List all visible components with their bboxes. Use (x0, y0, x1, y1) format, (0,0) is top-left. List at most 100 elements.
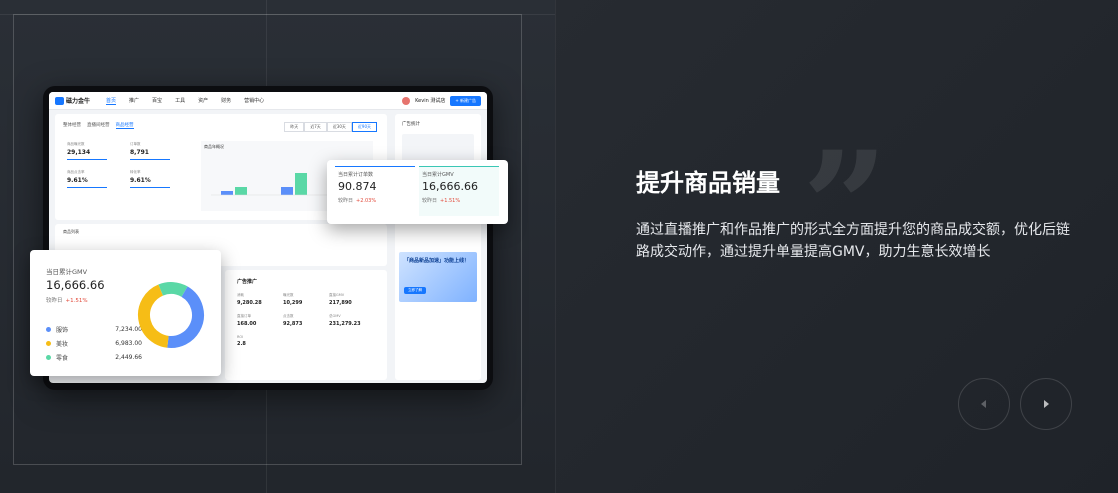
ad-panel: 广告推广 消耗 9,280.28 曝光数 10,299 直接GMV 217,890 直… (225, 270, 387, 380)
new-ad-button[interactable]: + 新建广告 (450, 95, 481, 106)
banner-text: 「商品新品加速」功能上线！ (404, 258, 470, 264)
kpi-label: 商品曝光数 (67, 142, 85, 146)
orders-count-compare: 较昨日 +2.03% (338, 197, 412, 204)
arrow-right-icon (1044, 400, 1049, 408)
user-name[interactable]: Kevin 测试店 (415, 97, 445, 104)
kpi-bar (130, 159, 170, 160)
orders-card: 当日累计订单数 90.874 较昨日 +2.03% 当日累计GMV 16,666.… (327, 160, 508, 224)
side-panel: 广告统计 「商品新品加速」功能上线！ 立即了解 (395, 114, 481, 380)
ad-title: 广告推广 (237, 279, 258, 285)
gmv-legend: 服饰 7,234.00 美妆 6,983.00 零食 2,449.66 (46, 322, 142, 364)
range-90d[interactable]: 近90天 (351, 122, 377, 132)
ad-label: 总GMV (329, 314, 341, 318)
nav-item-assets[interactable]: 资产 (198, 97, 208, 105)
legend-item: 美妆 6,983.00 (46, 336, 142, 350)
ad-value: 168.00 (237, 321, 257, 327)
nav-item-promote[interactable]: 推广 (129, 97, 139, 105)
kpi-item: 商品点击率 9.61% (67, 170, 130, 188)
compare-label: 较昨日 (46, 298, 63, 304)
gmv-donut-chart (138, 282, 204, 348)
legend-value: 2,449.66 (115, 353, 142, 361)
nav-item-marketing[interactable]: 营销中心 (244, 97, 264, 105)
ad-value: 2.8 (237, 341, 246, 347)
side-title-text: 广告统计 (402, 122, 420, 127)
side-title: 广告统计 (395, 114, 481, 134)
ad-value: 217,890 (329, 300, 352, 306)
range-30d[interactable]: 近30天 (326, 122, 352, 132)
ad-grid: 消耗 9,280.28 曝光数 10,299 直接GMV 217,890 直接订单 16… (225, 293, 387, 347)
orders-gmv-label: 当日累计GMV (422, 172, 454, 178)
legend-name: 零食 (56, 354, 69, 362)
ad-label: 曝光数 (283, 293, 294, 297)
gmv-label: 当日累计GMV (46, 268, 88, 276)
kpi-grid: 商品曝光数 29,134 订单数 8,791 商品点击率 9.61% 转化率 9.61% (67, 142, 193, 188)
gmv-value: 16,666.66 (46, 278, 105, 292)
orders-gmv-value: 16,666.66 (422, 180, 478, 193)
tab-live[interactable]: 直播间经营 (87, 122, 110, 129)
grid-line (555, 0, 556, 493)
nav-item-tools[interactable]: 工具 (175, 97, 185, 105)
kpi-item: 订单数 8,791 (130, 142, 193, 160)
compare-label: 较昨日 (338, 198, 354, 204)
gmv-card: 当日累计GMV 16,666.66 较昨日 +1.51% 服饰 7,234.00 美… (30, 250, 221, 376)
orders-gmv: 当日累计GMV 16,666.66 较昨日 +1.51% (419, 166, 499, 216)
kpi-label: 订单数 (130, 142, 141, 146)
kpi-bar (67, 187, 107, 188)
nav-item-finance[interactable]: 财务 (221, 97, 231, 105)
promo-banner[interactable]: 「商品新品加速」功能上线！ 立即了解 (399, 252, 477, 302)
change-value: +1.51% (440, 198, 461, 204)
mini-bar (281, 187, 293, 195)
kpi-bar (67, 159, 107, 160)
section-title: 提升商品销量 (636, 169, 780, 197)
ad-label: 消耗 (237, 293, 244, 297)
tab-overall[interactable]: 整体经营 (63, 122, 81, 129)
kpi-value: 9.61% (130, 177, 151, 184)
mini-bar (221, 191, 233, 195)
nav-item-baibao[interactable]: 百宝 (152, 97, 162, 105)
ad-item: 直接订单 168.00 (237, 314, 283, 327)
avatar[interactable] (402, 96, 411, 105)
legend-dot (46, 326, 51, 332)
kpi-label: 转化率 (130, 170, 141, 174)
legend-item: 服饰 7,234.00 (46, 322, 142, 336)
banner-button[interactable]: 立即了解 (404, 287, 426, 294)
legend-name: 服饰 (56, 326, 69, 334)
kpi-item: 商品曝光数 29,134 (67, 142, 130, 160)
tab-goods[interactable]: 商品经营 (115, 122, 134, 129)
legend-name: 美妆 (56, 340, 69, 348)
kpi-value: 8,791 (130, 149, 149, 156)
section-description: 通过直播推广和作品推广的形式全方面提升您的商品成交额，优化后链路成交动作，通过提… (636, 222, 1070, 260)
orders-count-value: 90.874 (338, 180, 377, 193)
ad-item: 直接GMV 217,890 (329, 293, 375, 306)
prev-button[interactable] (958, 378, 1010, 430)
ad-item: 点击数 92,873 (283, 314, 329, 327)
ad-item: 总GMV 231,279.23 (329, 314, 375, 327)
dashboard-topbar: 磁力金牛 首页 推广 百宝 工具 资产 财务 营销中心 Kevin 测试店 + … (49, 92, 487, 110)
ad-label: 直接GMV (329, 293, 345, 297)
ad-item: 曝光数 10,299 (283, 293, 329, 306)
kpi-value: 29,134 (67, 149, 91, 156)
legend-dot (46, 354, 51, 360)
ad-item: ROI 2.8 (237, 335, 283, 347)
arrow-left-icon (981, 400, 986, 408)
legend-dot (46, 340, 51, 346)
ad-value: 10,299 (283, 300, 303, 306)
next-button[interactable] (1020, 378, 1072, 430)
range-selector: 昨天 近7天 近30天 近90天 (284, 122, 377, 132)
range-yesterday[interactable]: 昨天 (284, 122, 305, 132)
gmv-compare: 较昨日 +1.51% (46, 296, 88, 304)
change-value: +2.03% (356, 198, 377, 204)
kpi-label: 商品点击率 (67, 170, 85, 174)
kpi-bar (130, 187, 170, 188)
orders-gmv-compare: 较昨日 +1.51% (422, 197, 496, 204)
range-7d[interactable]: 近7天 (304, 122, 327, 132)
ad-value: 231,279.23 (329, 321, 361, 327)
ad-label: 点击数 (283, 314, 294, 318)
nav-item-home[interactable]: 首页 (106, 97, 117, 105)
topbar-right: Kevin 测试店 + 新建广告 (402, 95, 481, 106)
logo-text: 磁力金牛 (66, 98, 91, 105)
top-nav: 首页 推广 百宝 工具 资产 财务 营销中心 (106, 97, 264, 105)
list-title: 商品列表 (63, 229, 79, 234)
change-value: +1.51% (65, 298, 88, 304)
mini-chart-title: 商品年概况 (204, 144, 224, 149)
